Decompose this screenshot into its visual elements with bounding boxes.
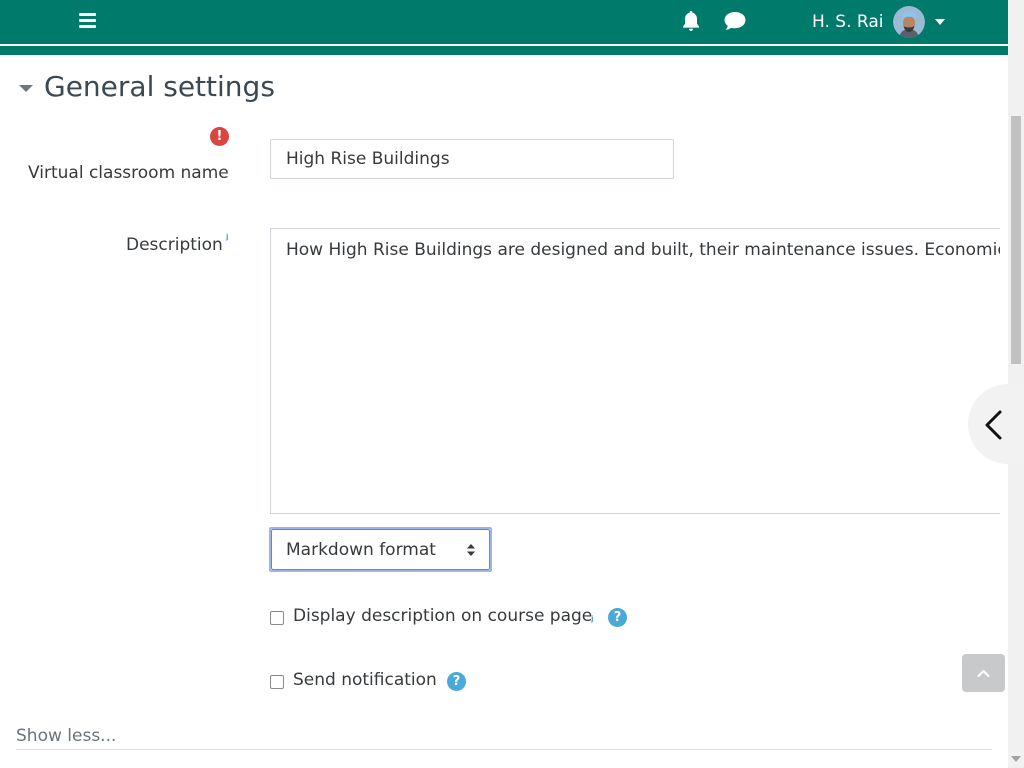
back-to-top-button[interactable] [962,654,1005,692]
format-select[interactable]: Markdown format [269,527,492,572]
select-arrows-icon [467,544,475,556]
send-notification-label[interactable]: Send notification [293,670,437,690]
vc-name-label: Virtual classroom name [28,163,229,183]
vc-name-input[interactable] [270,139,674,179]
format-selected-value: Markdown format [286,540,436,560]
divider [16,749,992,750]
section-collapse-icon[interactable] [19,85,33,92]
chat-icon[interactable] [722,9,748,33]
caret-down-icon[interactable] [935,19,946,25]
description-text: How High Rise Buildings are designed and… [286,240,1000,260]
question-circle-icon[interactable]: ? [447,672,466,691]
show-less-link[interactable]: Show less... [16,726,116,746]
avatar[interactable] [893,6,926,38]
display-description-label[interactable]: Display description on course page [293,606,592,626]
exclamation-circle-icon: ! [210,127,229,146]
description-textarea[interactable]: How High Rise Buildings are designed and… [270,228,1000,514]
user-name: H. S. Rai [812,12,884,32]
question-circle-icon[interactable]: ? [608,608,627,627]
bell-icon[interactable] [679,9,703,33]
send-notification-checkbox[interactable] [270,675,284,689]
user-menu[interactable]: H. S. Rai [812,4,946,40]
hamburger-icon[interactable] [78,12,98,30]
scroll-down-arrow-icon[interactable] [1011,756,1021,762]
display-description-checkbox[interactable] [270,611,284,625]
description-label: Description [126,235,223,255]
chevron-up-icon [977,670,990,677]
small-help-icon[interactable]: ⱼ [226,228,229,242]
section-title[interactable]: General settings [44,70,275,103]
scrollbar-thumb[interactable] [1011,116,1021,364]
small-help-icon[interactable]: ⱼ [591,610,594,624]
navbar-bottom-band [0,46,1008,55]
chevron-left-icon [985,410,1002,440]
